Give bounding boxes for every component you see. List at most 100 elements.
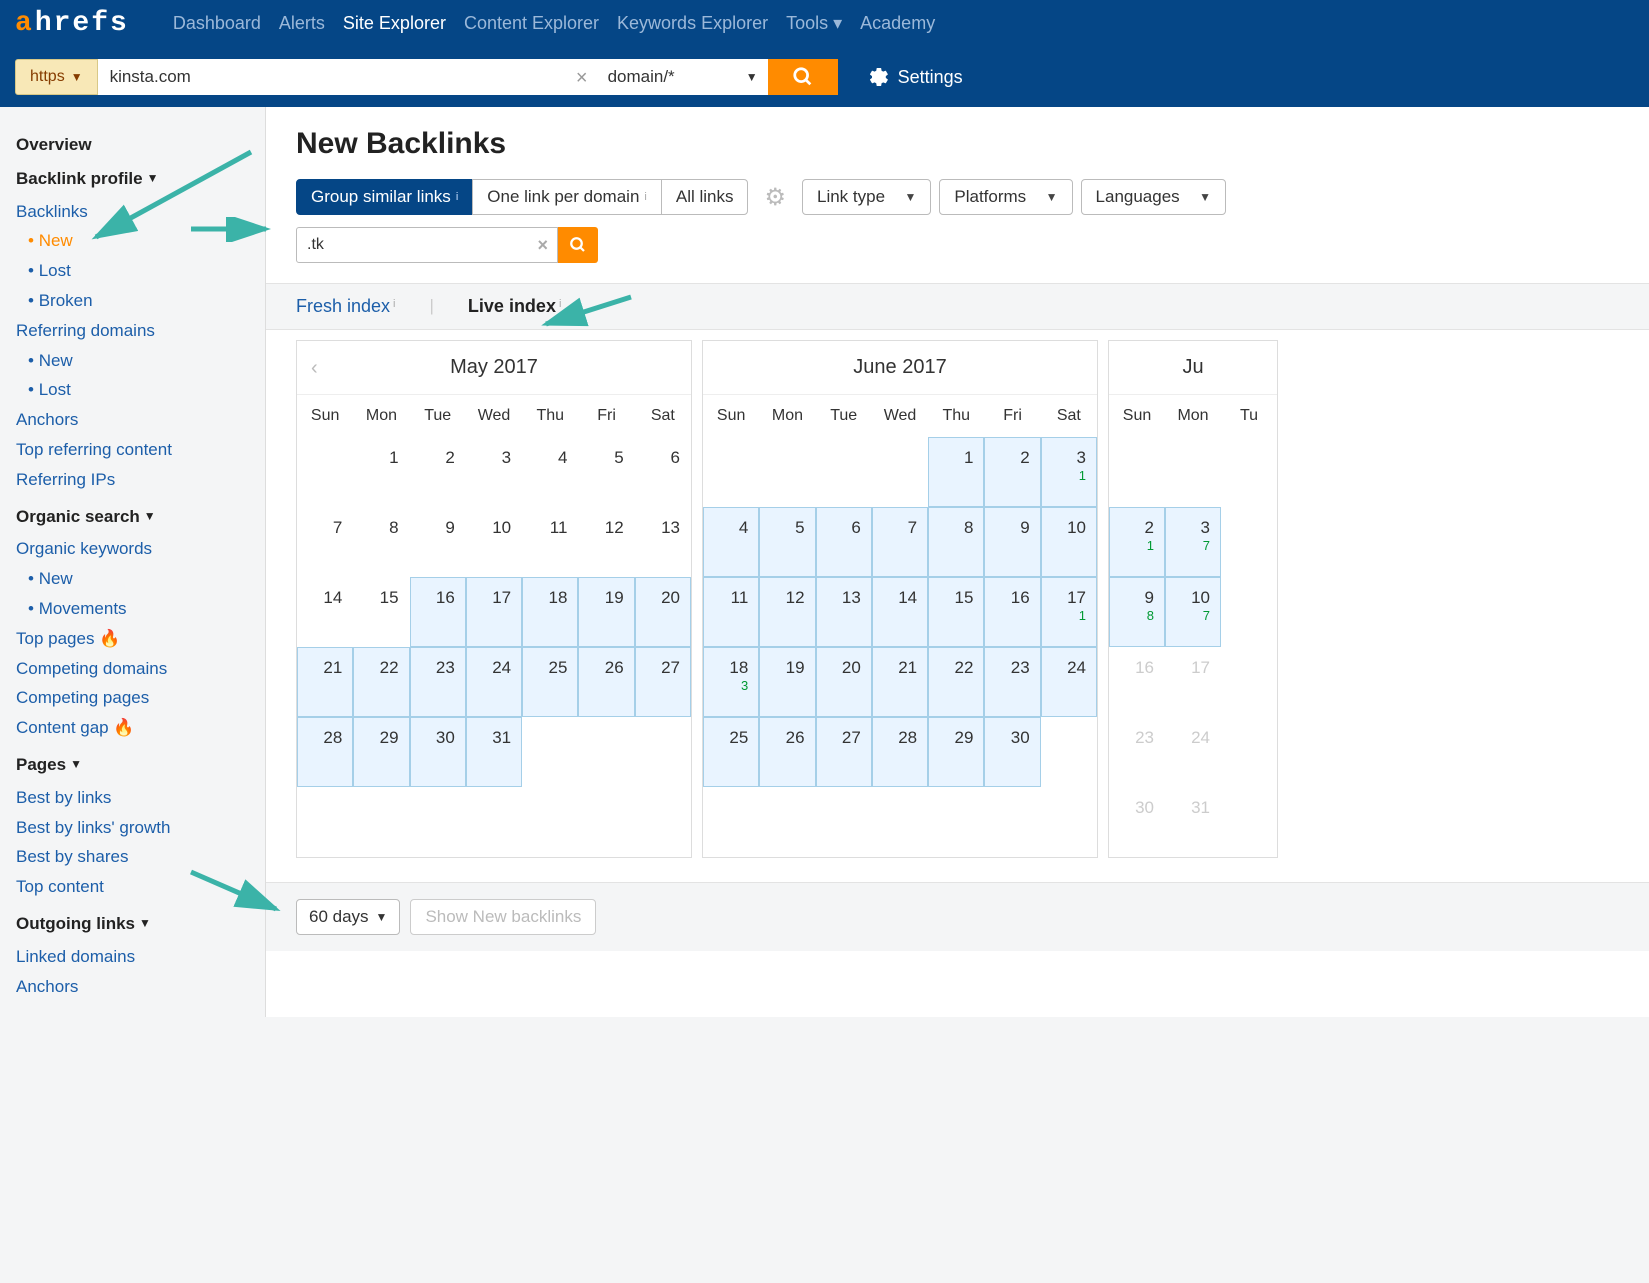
dropdown-languages[interactable]: Languages ▼ [1081, 179, 1226, 215]
sidebar-sub-new[interactable]: New [28, 346, 249, 376]
calendar-day[interactable]: 1 [928, 437, 984, 507]
calendar-day[interactable]: 6 [816, 507, 872, 577]
calendar-day[interactable]: 98 [1109, 577, 1165, 647]
calendar-day[interactable]: 8 [928, 507, 984, 577]
calendar-day[interactable]: 30 [410, 717, 466, 787]
calendar-day[interactable]: 23 [1109, 717, 1165, 787]
calendar-day[interactable]: 27 [816, 717, 872, 787]
sidebar-link-organic-keywords[interactable]: Organic keywords [16, 534, 249, 564]
calendar-day[interactable]: 14 [297, 577, 353, 647]
calendar-day[interactable]: 21 [1109, 507, 1165, 577]
sidebar-link-referring-domains[interactable]: Referring domains [16, 316, 249, 346]
calendar-day[interactable]: 28 [297, 717, 353, 787]
calendar-day[interactable]: 21 [297, 647, 353, 717]
sidebar-link-content-gap[interactable]: Content gap 🔥 [16, 713, 249, 743]
calendar-day[interactable]: 27 [635, 647, 691, 717]
calendar-day[interactable]: 2 [410, 437, 466, 507]
calendar-day[interactable]: 7 [872, 507, 928, 577]
outgoing-heading[interactable]: Outgoing links ▼ [16, 912, 249, 936]
sidebar-link-best-by-links-growth[interactable]: Best by links' growth [16, 813, 249, 843]
calendar-day[interactable]: 20 [816, 647, 872, 717]
calendar-day[interactable]: 10 [1041, 507, 1097, 577]
gear-filter-icon[interactable]: ⚙ [756, 183, 794, 212]
calendar-day[interactable]: 14 [872, 577, 928, 647]
sidebar-link-top-ref-content[interactable]: Top referring content [16, 435, 249, 465]
calendar-day[interactable]: 4 [522, 437, 578, 507]
calendar-day[interactable]: 31 [1165, 787, 1221, 857]
calendar-day[interactable]: 26 [578, 647, 634, 717]
calendar-day[interactable]: 31 [1041, 437, 1097, 507]
calendar-day[interactable]: 7 [297, 507, 353, 577]
search-button[interactable] [768, 59, 838, 95]
tab-fresh-index[interactable]: Fresh index i [296, 296, 396, 317]
filter-search-button[interactable] [558, 227, 598, 263]
calendar-day[interactable]: 22 [928, 647, 984, 717]
calendar-day[interactable]: 21 [872, 647, 928, 717]
calendar-day[interactable]: 23 [984, 647, 1040, 717]
settings-link[interactable]: Settings [868, 66, 963, 88]
clear-url-icon[interactable]: × [576, 67, 588, 90]
calendar-day[interactable]: 12 [578, 507, 634, 577]
sidebar-link-top-content[interactable]: Top content [16, 872, 249, 902]
calendar-day[interactable]: 10 [466, 507, 522, 577]
calendar-day[interactable]: 3 [466, 437, 522, 507]
nav-keywords-explorer[interactable]: Keywords Explorer [609, 3, 776, 44]
nav-site-explorer[interactable]: Site Explorer [335, 3, 454, 44]
overview-heading[interactable]: Overview [16, 133, 249, 157]
sidebar-sub-lost[interactable]: Lost [28, 375, 249, 405]
calendar-day[interactable]: 9 [410, 507, 466, 577]
nav-content-explorer[interactable]: Content Explorer [456, 3, 607, 44]
toggle-group-similar-links[interactable]: Group similar links i [296, 179, 473, 215]
sidebar-link-competing-pages[interactable]: Competing pages [16, 683, 249, 713]
sidebar-link-anchors[interactable]: Anchors [16, 972, 249, 1002]
sidebar-link-top-pages[interactable]: Top pages 🔥 [16, 624, 249, 654]
nav-tools[interactable]: Tools ▾ [778, 3, 850, 44]
calendar-day[interactable]: 25 [522, 647, 578, 717]
calendar-day[interactable]: 18 [522, 577, 578, 647]
calendar-day[interactable]: 26 [759, 717, 815, 787]
calendar-day[interactable]: 16 [984, 577, 1040, 647]
sidebar-sub-new[interactable]: New [28, 226, 249, 256]
calendar-day[interactable]: 29 [353, 717, 409, 787]
toggle-all-links[interactable]: All links [661, 179, 749, 215]
sidebar-link-ref-ips[interactable]: Referring IPs [16, 465, 249, 495]
calendar-day[interactable]: 171 [1041, 577, 1097, 647]
calendar-day[interactable]: 24 [1165, 717, 1221, 787]
calendar-day[interactable]: 8 [353, 507, 409, 577]
calendar-day[interactable]: 15 [353, 577, 409, 647]
calendar-day[interactable]: 4 [703, 507, 759, 577]
backlink-profile-heading[interactable]: Backlink profile ▼ [16, 167, 249, 191]
calendar-day[interactable]: 20 [635, 577, 691, 647]
sidebar-sub-lost[interactable]: Lost [28, 256, 249, 286]
calendar-day[interactable]: 24 [1041, 647, 1097, 717]
calendar-day[interactable]: 31 [466, 717, 522, 787]
toggle-one-link-per-domain[interactable]: One link per domain i [472, 179, 662, 215]
filter-input[interactable] [296, 227, 558, 263]
calendar-day[interactable]: 23 [410, 647, 466, 717]
calendar-day[interactable]: 6 [635, 437, 691, 507]
calendar-day[interactable]: 183 [703, 647, 759, 717]
calendar-day[interactable]: 30 [1109, 787, 1165, 857]
sidebar-link-anchors[interactable]: Anchors [16, 405, 249, 435]
calendar-day[interactable]: 5 [759, 507, 815, 577]
calendar-day[interactable]: 37 [1165, 507, 1221, 577]
calendar-day[interactable]: 25 [703, 717, 759, 787]
calendar-day[interactable]: 13 [816, 577, 872, 647]
sidebar-link-linked-domains[interactable]: Linked domains [16, 942, 249, 972]
calendar-day[interactable]: 22 [353, 647, 409, 717]
dropdown-platforms[interactable]: Platforms ▼ [939, 179, 1072, 215]
pages-heading[interactable]: Pages ▼ [16, 753, 249, 777]
calendar-day[interactable]: 30 [984, 717, 1040, 787]
dropdown-link-type[interactable]: Link type ▼ [802, 179, 931, 215]
nav-dashboard[interactable]: Dashboard [165, 3, 269, 44]
sidebar-link-competing-domains[interactable]: Competing domains [16, 654, 249, 684]
nav-academy[interactable]: Academy [852, 3, 943, 44]
calendar-day[interactable]: 12 [759, 577, 815, 647]
logo[interactable]: ahrefs [15, 8, 129, 39]
show-backlinks-button[interactable]: Show New backlinks [410, 899, 596, 935]
calendar-day[interactable]: 19 [578, 577, 634, 647]
calendar-day[interactable]: 16 [1109, 647, 1165, 717]
prev-month-icon[interactable]: ‹ [311, 357, 318, 380]
calendar-day[interactable]: 19 [759, 647, 815, 717]
tab-live-index[interactable]: Live index i [468, 296, 561, 317]
